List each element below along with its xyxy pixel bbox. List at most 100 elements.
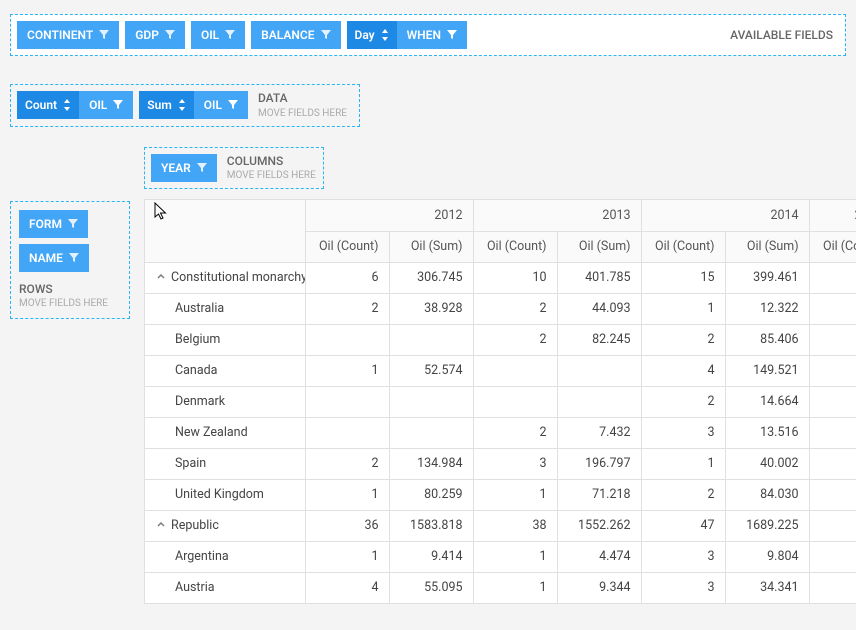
data-cell[interactable]: 9.344 — [557, 572, 641, 603]
data-cell[interactable]: 196.797 — [557, 448, 641, 479]
data-cell[interactable] — [557, 386, 641, 417]
data-cell[interactable]: 3 — [641, 541, 725, 572]
data-cell[interactable] — [473, 386, 557, 417]
field-year[interactable]: YEAR — [151, 154, 217, 182]
data-cell[interactable]: 2 — [305, 293, 389, 324]
data-cell[interactable]: 3 — [809, 324, 856, 355]
data-cell[interactable]: 1 — [809, 417, 856, 448]
col-measure[interactable]: Oil (Count) — [809, 231, 856, 262]
data-cell[interactable]: 4.474 — [557, 541, 641, 572]
field-oil[interactable]: OIL — [191, 21, 245, 49]
data-cell[interactable]: 1552.262 — [557, 510, 641, 541]
table-row[interactable]: Canada152.5744149.5211 — [145, 355, 856, 386]
col-year[interactable]: 2013 — [473, 200, 641, 231]
table-row[interactable]: Denmark214.6642 — [145, 386, 856, 417]
data-cell[interactable]: 55.095 — [389, 572, 473, 603]
col-year[interactable]: 2012 — [305, 200, 473, 231]
row-header[interactable]: United Kingdom — [145, 479, 305, 510]
data-cell[interactable]: 1583.818 — [389, 510, 473, 541]
row-header[interactable]: Austria — [145, 572, 305, 603]
data-cell[interactable]: 52.574 — [389, 355, 473, 386]
col-measure[interactable]: Oil (Sum) — [557, 231, 641, 262]
data-agg-count[interactable]: Count OIL — [17, 91, 133, 119]
data-cell[interactable]: 134.984 — [389, 448, 473, 479]
day-toggle[interactable]: Day — [347, 21, 397, 49]
agg-field[interactable]: OIL — [79, 91, 133, 119]
data-cell[interactable]: 1 — [473, 572, 557, 603]
data-cell[interactable]: 2 — [473, 293, 557, 324]
row-header[interactable]: Canada — [145, 355, 305, 386]
col-measure[interactable]: Oil (Count) — [305, 231, 389, 262]
data-cell[interactable] — [557, 355, 641, 386]
pivot-grid[interactable]: 2012201320142015Oil (Count)Oil (Sum)Oil … — [144, 199, 856, 604]
data-cell[interactable]: 38.928 — [389, 293, 473, 324]
data-cell[interactable]: 1 — [305, 541, 389, 572]
data-cell[interactable]: 13.516 — [725, 417, 809, 448]
data-cell[interactable]: 6 — [305, 262, 389, 293]
data-cell[interactable] — [305, 386, 389, 417]
data-cell[interactable]: 15 — [641, 262, 725, 293]
col-measure[interactable]: Oil (Sum) — [389, 231, 473, 262]
data-cell[interactable]: 47 — [641, 510, 725, 541]
field-name[interactable]: NAME — [19, 244, 89, 272]
table-row[interactable]: Republic361583.818381552.262471689.22539 — [145, 510, 856, 541]
data-cell[interactable]: 1 — [641, 293, 725, 324]
data-cell[interactable]: 1 — [809, 572, 856, 603]
data-cell[interactable]: 84.030 — [725, 479, 809, 510]
agg-func[interactable]: Count — [17, 91, 79, 119]
data-cell[interactable]: 2 — [641, 386, 725, 417]
data-cell[interactable]: 36 — [305, 510, 389, 541]
data-cell[interactable]: 2 — [809, 386, 856, 417]
data-cell[interactable]: 9.804 — [725, 541, 809, 572]
data-cell[interactable]: 2 — [809, 479, 856, 510]
row-group-header[interactable]: Constitutional monarchy — [145, 262, 305, 293]
data-cell[interactable]: 71.218 — [557, 479, 641, 510]
field-balance[interactable]: BALANCE — [251, 21, 340, 49]
data-cell[interactable]: 80.259 — [389, 479, 473, 510]
available-fields-zone[interactable]: CONTINENT GDP OIL BALANCE Day WHEN AVAIL… — [10, 14, 846, 56]
table-row[interactable]: New Zealand27.432313.5161 — [145, 417, 856, 448]
data-cell[interactable]: 4 — [641, 355, 725, 386]
row-header[interactable]: New Zealand — [145, 417, 305, 448]
data-cell[interactable]: 14.664 — [725, 386, 809, 417]
table-row[interactable]: Australia238.928244.093112.3221 — [145, 293, 856, 324]
data-cell[interactable]: 82.245 — [557, 324, 641, 355]
data-cell[interactable]: 306.745 — [389, 262, 473, 293]
data-cell[interactable]: 39 — [809, 510, 856, 541]
col-measure[interactable]: Oil (Count) — [641, 231, 725, 262]
agg-field[interactable]: OIL — [194, 91, 248, 119]
col-measure[interactable]: Oil (Count) — [473, 231, 557, 262]
data-cell[interactable]: 12 — [809, 262, 856, 293]
table-row[interactable]: Argentina19.41414.47439.8041 — [145, 541, 856, 572]
row-header[interactable]: Belgium — [145, 324, 305, 355]
columns-zone[interactable]: YEAR COLUMNS MOVE FIELDS HERE — [144, 147, 324, 190]
data-cell[interactable]: 1 — [809, 541, 856, 572]
data-cell[interactable]: 1 — [305, 355, 389, 386]
data-cell[interactable]: 4 — [305, 572, 389, 603]
field-when-group[interactable]: Day WHEN — [347, 21, 467, 49]
field-when[interactable]: WHEN — [397, 21, 467, 49]
data-cell[interactable]: 34.341 — [725, 572, 809, 603]
data-cell[interactable]: 1 — [809, 355, 856, 386]
data-cell[interactable]: 3 — [473, 448, 557, 479]
row-header[interactable]: Argentina — [145, 541, 305, 572]
data-cell[interactable]: 2 — [305, 448, 389, 479]
data-cell[interactable]: 2 — [641, 324, 725, 355]
data-cell[interactable]: 1 — [473, 541, 557, 572]
field-gdp[interactable]: GDP — [125, 21, 185, 49]
data-cell[interactable]: 2 — [809, 448, 856, 479]
data-cell[interactable]: 12.322 — [725, 293, 809, 324]
data-cell[interactable] — [389, 417, 473, 448]
rows-zone[interactable]: FORM NAME ROWS MOVE FIELDS HERE — [10, 201, 130, 320]
data-cell[interactable]: 399.461 — [725, 262, 809, 293]
field-continent[interactable]: CONTINENT — [17, 21, 119, 49]
data-cell[interactable]: 7.432 — [557, 417, 641, 448]
data-cell[interactable] — [389, 386, 473, 417]
data-cell[interactable]: 2 — [473, 417, 557, 448]
data-cell[interactable]: 149.521 — [725, 355, 809, 386]
col-year[interactable]: 2015 — [809, 200, 856, 231]
table-row[interactable]: Spain2134.9843196.797140.0022 — [145, 448, 856, 479]
data-cell[interactable]: 401.785 — [557, 262, 641, 293]
data-cell[interactable]: 2 — [641, 479, 725, 510]
row-header[interactable]: Spain — [145, 448, 305, 479]
